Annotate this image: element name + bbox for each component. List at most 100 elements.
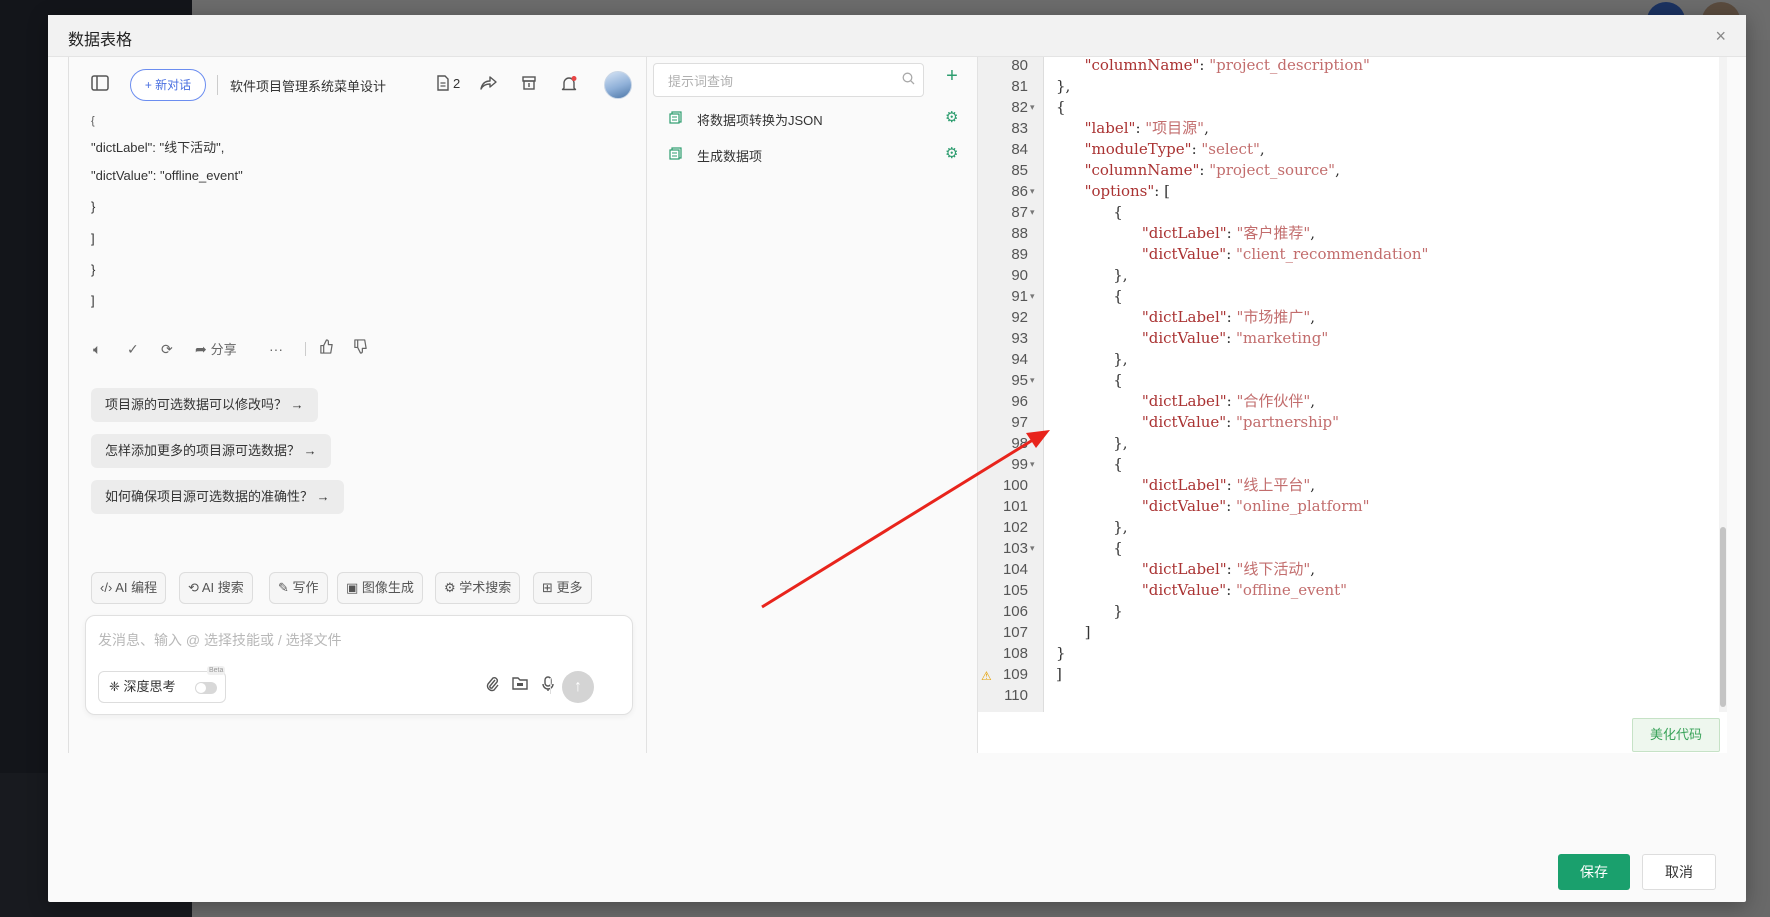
code-line: 95 ▾ { (978, 370, 1727, 391)
message-input[interactable] (98, 628, 618, 652)
fold-toggle-icon[interactable]: ▾ (1030, 287, 1035, 308)
suggested-question[interactable]: 如何确保项目源可选数据的准确性？ → (91, 480, 344, 514)
line-number: 85 (1011, 162, 1028, 179)
skill-writing-button[interactable]: ✎ 写作 (269, 572, 328, 604)
code-line: 96 "dictLabel": "合作伙伴", (978, 391, 1727, 412)
document-icon[interactable] (433, 75, 453, 95)
thumbs-up-icon[interactable] (319, 339, 334, 359)
skill-more-button[interactable]: ⊞ 更多 (533, 572, 592, 604)
fold-toggle-icon[interactable]: ▾ (1030, 371, 1035, 392)
microphone-icon[interactable] (538, 676, 558, 696)
code-text: "dictValue": "marketing" (1141, 329, 1329, 347)
sidebar-toggle-icon[interactable] (90, 75, 110, 95)
code-line: 104 "dictLabel": "线下活动", (978, 559, 1727, 580)
deep-think-switch[interactable] (195, 682, 217, 694)
folder-icon[interactable] (510, 676, 530, 696)
thumbs-down-icon[interactable] (353, 339, 368, 359)
code-line: 98 }, (978, 433, 1727, 454)
code-text: { (1113, 455, 1123, 473)
code-line: 94 }, (978, 349, 1727, 370)
line-number: 91 (1011, 288, 1028, 305)
skill-label: 图像生成 (361, 580, 414, 595)
skill-ai-search-button[interactable]: ⟲ AI 搜索 (179, 572, 253, 604)
code-line: 82 ▾ { (978, 97, 1727, 118)
gear-icon[interactable]: ⚙ (945, 109, 958, 127)
prompt-doc-icon (669, 111, 683, 125)
code-line: 90 }, (978, 265, 1727, 286)
message-line: { (91, 115, 95, 127)
prompt-item-label: 生成数据项 (697, 149, 763, 164)
message-line: } (91, 199, 96, 214)
deep-think-icon: ❈ (109, 679, 120, 694)
share-icon[interactable] (479, 75, 499, 95)
add-prompt-icon[interactable]: + (942, 66, 962, 87)
prompt-doc-icon (669, 147, 683, 161)
line-number: 94 (1011, 351, 1028, 368)
speaker-icon[interactable]: 🔈︎ (93, 339, 101, 359)
code-line: 91 ▾ { (978, 286, 1727, 307)
gear-icon[interactable]: ⚙ (945, 145, 958, 163)
search-icon[interactable] (902, 72, 915, 88)
document-count: 2 (453, 76, 461, 91)
deep-think-toggle[interactable]: ❈ 深度思考 Beta (98, 666, 226, 703)
code-text: "dictLabel": "市场推广", (1141, 308, 1316, 326)
fold-toggle-icon[interactable]: ▾ (1030, 539, 1035, 560)
code-line: 108} (978, 643, 1727, 664)
skill-label: 更多 (556, 580, 583, 595)
code-text: "dictLabel": "合作伙伴", (1141, 392, 1316, 410)
line-number: 99 (1011, 456, 1028, 473)
search-icon: ⟲ (188, 580, 199, 595)
prompt-item[interactable]: 生成数据项 ⚙ (647, 137, 978, 173)
fold-toggle-icon[interactable]: ▾ (1030, 182, 1035, 203)
archive-icon[interactable] (519, 75, 539, 95)
line-number: 101 (1002, 498, 1028, 515)
prompt-item-label: 将数据项转换为JSON (697, 113, 823, 128)
share-message-button[interactable]: ➦ 分享 (195, 339, 237, 360)
line-number: 89 (1011, 246, 1028, 263)
conversation-title[interactable]: 软件项目管理系统菜单设计 (230, 76, 386, 95)
code-line: 85 "columnName": "project_source", (978, 160, 1727, 181)
message-line: ] (91, 231, 95, 246)
notification-bell-icon[interactable] (559, 75, 579, 95)
new-chat-button[interactable]: + 新对话 (130, 69, 206, 101)
fold-toggle-icon[interactable]: ▾ (1030, 203, 1035, 224)
code-line: 101 "dictValue": "online_platform" (978, 496, 1727, 517)
beautify-code-button[interactable]: 美化代码 (1632, 718, 1720, 752)
code-text: "dictValue": "client_recommendation" (1141, 245, 1429, 263)
code-icon: ‹/› (100, 580, 113, 595)
code-area[interactable]: 80 "columnName": "project_description" 81… (978, 57, 1727, 712)
code-line: 103 ▾ { (978, 538, 1727, 559)
code-text: "dictLabel": "线上平台", (1141, 476, 1316, 494)
more-icon[interactable]: ··· (269, 339, 283, 359)
suggested-question[interactable]: 项目源的可选数据可以修改吗？ → (91, 388, 318, 422)
skill-image-generation-button[interactable]: ▣ 图像生成 (337, 572, 423, 604)
skill-ai-coding-button[interactable]: ‹/› AI 编程 (91, 572, 167, 604)
skill-label: AI 编程 (115, 580, 158, 595)
attachment-icon[interactable] (482, 676, 502, 696)
code-line: 84 "moduleType": "select", (978, 139, 1727, 160)
code-text: }, (1113, 518, 1128, 536)
academic-icon: ⚙︎ (444, 580, 456, 595)
dialog-header: 数据表格 × (48, 15, 1746, 57)
line-number: 97 (1011, 414, 1028, 431)
message-line: } (91, 262, 96, 277)
fold-toggle-icon[interactable]: ▾ (1030, 455, 1035, 476)
save-button[interactable]: 保存 (1558, 854, 1630, 890)
data-table-dialog: 数据表格 × + 新对话 软件项目管理系统菜单设计 2 {"dictLabel… (48, 15, 1746, 902)
send-button[interactable]: ↑ (562, 671, 594, 703)
code-line: 88 "dictLabel": "客户推荐", (978, 223, 1727, 244)
line-number: 95 (1011, 372, 1028, 389)
line-number: 110 (1004, 687, 1028, 704)
cancel-button[interactable]: 取消 (1642, 854, 1716, 890)
close-icon[interactable]: × (1715, 27, 1726, 45)
code-text: "label": "项目源", (1084, 119, 1209, 137)
user-avatar[interactable] (604, 71, 632, 99)
check-icon[interactable]: ✓ (127, 339, 139, 359)
suggested-question[interactable]: 怎样添加更多的项目源可选数据？ → (91, 434, 331, 468)
prompt-item[interactable]: 将数据项转换为JSON ⚙ (647, 101, 978, 137)
regenerate-icon[interactable]: ⟳ (161, 339, 173, 359)
code-text: "dictValue": "partnership" (1141, 413, 1340, 431)
skill-academic-search-button[interactable]: ⚙︎ 学术搜索 (435, 572, 521, 604)
fold-toggle-icon[interactable]: ▾ (1030, 98, 1035, 119)
prompt-search-input[interactable] (668, 71, 888, 91)
